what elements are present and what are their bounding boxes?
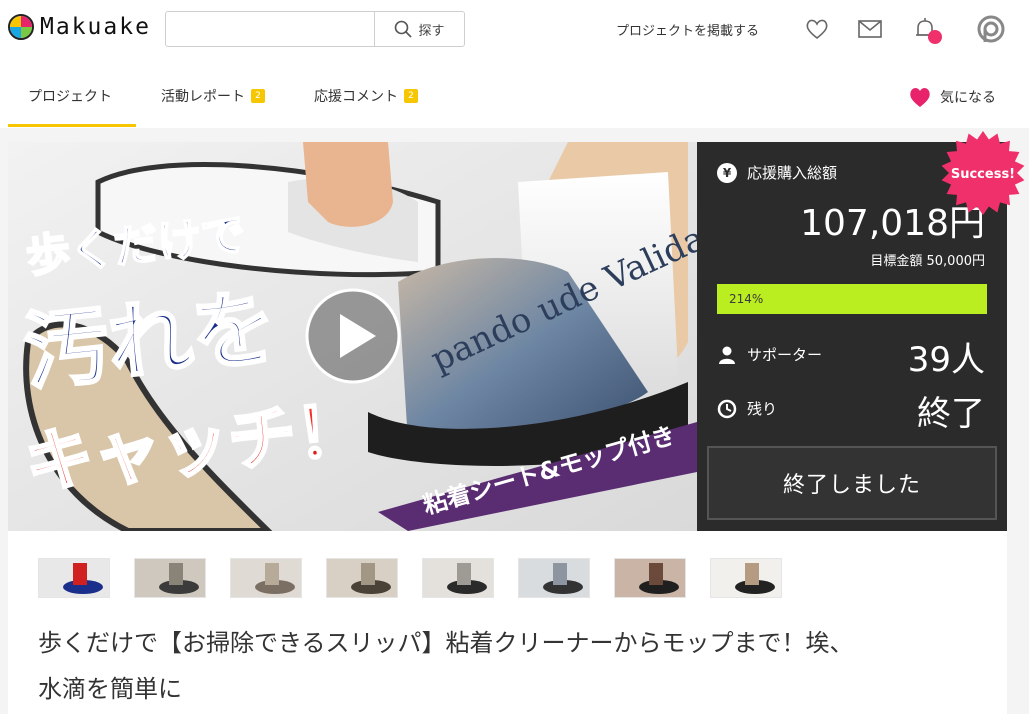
- yen-icon: ¥: [717, 162, 737, 183]
- favorite-label: 気になる: [940, 90, 996, 106]
- tab-label: 活動レポート: [161, 89, 245, 105]
- project-tabs: プロジェクト 活動レポート 2 応援コメント 2 気になる: [0, 66, 1029, 128]
- play-icon: [305, 288, 401, 384]
- tab-project[interactable]: プロジェクト: [28, 86, 112, 106]
- hero-image: pando ude Valida 粘着シート&モップ付き 歩くだけで 汚れを キ…: [8, 142, 697, 531]
- logo-text: Makuake: [40, 14, 151, 40]
- search-button-label: 探す: [418, 23, 445, 39]
- thumbnail-1[interactable]: [38, 558, 110, 598]
- amount-row: ¥ 応援購入総額: [717, 162, 837, 183]
- tab-label: プロジェクト: [28, 89, 112, 105]
- thumbnail-3[interactable]: [230, 558, 302, 598]
- notification-button[interactable]: [912, 16, 942, 44]
- thumbnail-6[interactable]: [518, 558, 590, 598]
- supporters-label: サポーター: [747, 346, 823, 364]
- tab-support-comments[interactable]: 応援コメント 2: [314, 86, 418, 106]
- supporters-row: サポーター: [717, 344, 822, 365]
- remaining-row: 残り: [717, 398, 777, 419]
- remaining-label: 残り: [747, 400, 778, 418]
- search-icon: [395, 20, 413, 38]
- hero-video[interactable]: pando ude Valida 粘着シート&モップ付き 歩くだけで 汚れを キ…: [8, 142, 697, 531]
- progress-label: 214%: [729, 292, 764, 306]
- logo-mark-icon: [8, 14, 34, 40]
- thumbnail-8[interactable]: [710, 558, 782, 598]
- heart-filled-icon: [910, 88, 930, 107]
- goal-amount: 目標金額 50,000円: [870, 254, 985, 269]
- supporters-value: 39人: [907, 340, 985, 380]
- tab-label: 応援コメント: [314, 89, 398, 105]
- success-badge-text: Success!: [951, 167, 1015, 182]
- remaining-value: 終了: [917, 394, 985, 434]
- search-button[interactable]: 探す: [374, 12, 464, 46]
- project-title-line1: 歩くだけで【お掃除できるスリッパ】粘着クリーナーからモップまで！埃、: [38, 629, 854, 657]
- profile-icon[interactable]: [976, 14, 1006, 44]
- thumbnail-7[interactable]: [614, 558, 686, 598]
- active-tab-indicator: [8, 124, 136, 127]
- count-badge: 2: [251, 89, 265, 103]
- heart-icon[interactable]: [804, 16, 830, 42]
- project-title: 歩くだけで【お掃除できるスリッパ】粘着クリーナーからモップまで！埃、 水滴を簡単…: [38, 620, 978, 712]
- post-project-link[interactable]: プロジェクトを掲載する: [616, 20, 759, 39]
- thumbnail-strip: [38, 558, 782, 598]
- tab-activity-report[interactable]: 活動レポート 2: [161, 86, 265, 106]
- person-icon: [719, 346, 735, 364]
- ended-button[interactable]: 終了しました: [707, 446, 997, 520]
- thumbnail-5[interactable]: [422, 558, 494, 598]
- thumbnail-4[interactable]: [326, 558, 398, 598]
- favorite-button[interactable]: 気になる: [908, 86, 996, 108]
- site-header: Makuake 探す プロジェクトを掲載する: [0, 0, 1029, 60]
- success-badge: Success!: [941, 131, 1025, 215]
- thumbnail-2[interactable]: [134, 558, 206, 598]
- amount-label: 応援購入総額: [747, 164, 838, 182]
- clock-icon: [717, 399, 737, 418]
- search-input[interactable]: [166, 12, 374, 46]
- progress-fill: 214%: [717, 284, 987, 314]
- search-bar: 探す: [165, 11, 465, 47]
- notification-dot: [928, 30, 942, 44]
- count-badge: 2: [404, 89, 418, 103]
- progress-bar: 214%: [717, 284, 987, 314]
- makuake-logo[interactable]: Makuake: [8, 14, 151, 40]
- mail-icon[interactable]: [857, 16, 883, 42]
- project-title-line2: 水滴を簡単に: [38, 675, 182, 703]
